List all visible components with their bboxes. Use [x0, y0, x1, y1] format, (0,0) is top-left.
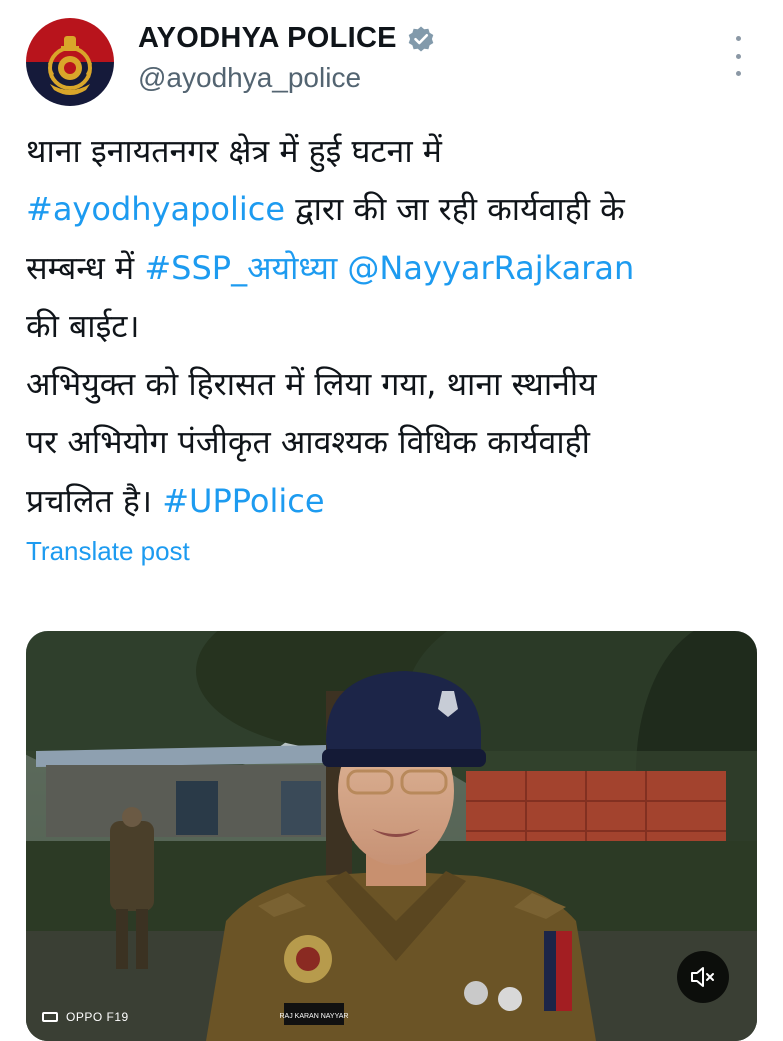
video-player[interactable]: RAJ KARAN NAYYAR OPPO F19: [26, 631, 757, 1041]
post-text-line: अभियुक्त को हिरासत में लिया गया, थाना स्…: [26, 355, 756, 413]
mute-button[interactable]: [677, 951, 729, 1003]
post-text-segment: की बाईट।: [26, 306, 140, 345]
display-name-row: AYODHYA POLICE: [138, 22, 435, 55]
mention-link[interactable]: @NayyarRajkaran: [347, 249, 634, 287]
more-options-icon[interactable]: [731, 36, 745, 76]
post-text: थाना इनायतनगर क्षेत्र में हुई घटना में #a…: [26, 122, 756, 530]
watermark-text: OPPO F19: [66, 1010, 129, 1024]
display-name[interactable]: AYODHYA POLICE: [138, 22, 397, 55]
handle[interactable]: @ayodhya_police: [138, 62, 361, 94]
post-text-line: की बाईट।: [26, 297, 756, 355]
post-text-segment: द्वारा की जा रही कार्यवाही के: [285, 190, 625, 229]
post-text-line: #ayodhyapolice द्वारा की जा रही कार्यवाह…: [26, 180, 756, 238]
post-text-segment: [337, 249, 347, 287]
speaker-muted-icon: [691, 967, 714, 987]
hashtag-link[interactable]: #UPPolice: [162, 482, 324, 520]
post-text-segment: पर अभियोग पंजीकृत आवश्यक विधिक कार्यवाही: [26, 423, 590, 462]
up-police-emblem-icon: [48, 36, 92, 95]
post-text-segment: थाना इनायतनगर क्षेत्र में हुई घटना में: [26, 132, 442, 170]
camera-icon: [42, 1012, 58, 1022]
post-text-segment: अभियुक्त को हिरासत में लिया गया, थाना स्…: [26, 365, 597, 404]
post-text-line: पर अभियोग पंजीकृत आवश्यक विधिक कार्यवाही: [26, 413, 756, 471]
video-frame: RAJ KARAN NAYYAR: [26, 631, 757, 1041]
post-text-line: थाना इनायतनगर क्षेत्र में हुई घटना में: [26, 122, 756, 180]
post-text-segment: प्रचलित है।: [26, 481, 163, 520]
post-text-line: सम्बन्ध में #SSP_अयोध्या @NayyarRajkaran: [26, 239, 756, 297]
verified-badge-icon: [407, 25, 435, 53]
camera-watermark: OPPO F19: [42, 1010, 129, 1024]
avatar[interactable]: [26, 18, 114, 106]
translate-post-link[interactable]: Translate post: [26, 536, 190, 567]
post-text-line: प्रचलित है। #UPPolice: [26, 472, 756, 530]
hashtag-link[interactable]: #SSP_अयोध्या: [144, 249, 337, 287]
post-header: AYODHYA POLICE @ayodhya_police: [0, 0, 783, 120]
name-badge-text: RAJ KARAN NAYYAR: [280, 1013, 349, 1020]
hashtag-link[interactable]: #ayodhyapolice: [26, 190, 285, 228]
post-text-segment: सम्बन्ध में: [26, 248, 145, 287]
